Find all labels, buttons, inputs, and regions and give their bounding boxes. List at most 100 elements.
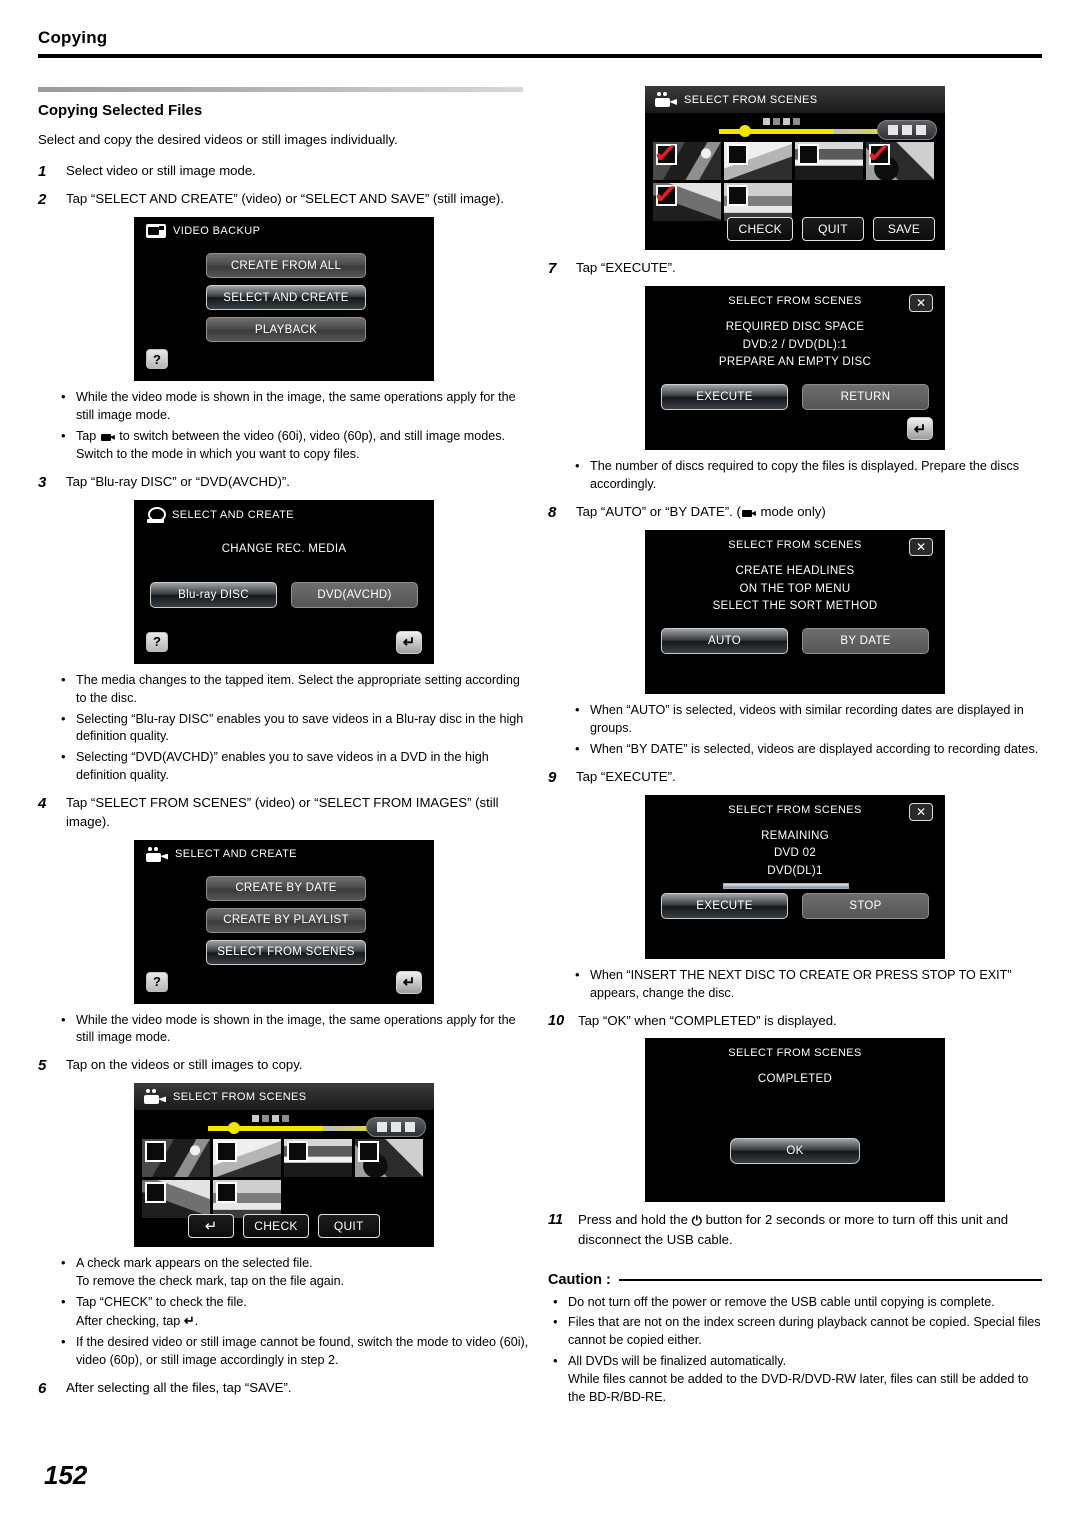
checkbox[interactable] <box>287 1141 308 1163</box>
checkbox[interactable] <box>798 144 819 165</box>
step-number: 9 <box>548 768 557 786</box>
close-icon[interactable]: ✕ <box>909 538 933 557</box>
body-line: DVD 02 <box>773 847 817 860</box>
thumbnail-item[interactable] <box>724 142 792 180</box>
create-by-date-button[interactable]: CREATE BY DATE <box>206 875 366 901</box>
select-and-create-button[interactable]: SELECT AND CREATE <box>206 285 366 311</box>
step-2: 2 Tap “SELECT AND CREATE” (video) or “SE… <box>38 190 530 209</box>
playback-button[interactable]: PLAYBACK <box>206 317 366 343</box>
screen-body: CREATE HEADLINES ON THE TOP MENU SELECT … <box>645 563 945 615</box>
check-button[interactable]: CHECK <box>243 1214 309 1239</box>
right-column: SELECT FROM SCENES ✓ ✓ ✓ CHECK QUIT SAVE… <box>548 78 1042 1413</box>
list-item: Tap “CHECK” to check the file.After chec… <box>60 1293 530 1331</box>
checkbox[interactable] <box>145 1182 166 1204</box>
create-from-all-button[interactable]: CREATE FROM ALL <box>206 253 366 279</box>
blu-ray-disc-button[interactable]: Blu-ray DISC <box>150 581 277 608</box>
back-button[interactable]: ↵ <box>188 1214 235 1239</box>
body-line: REQUIRED DISC SPACE <box>725 321 865 334</box>
stop-button[interactable]: STOP <box>802 892 929 919</box>
help-button[interactable]: ? <box>146 349 168 370</box>
thumbnail-item[interactable] <box>284 1139 352 1178</box>
check-button[interactable]: CHECK <box>727 217 793 241</box>
execute-button[interactable]: EXECUTE <box>661 892 788 919</box>
checkbox[interactable] <box>727 185 748 206</box>
timeline-slider[interactable] <box>645 117 945 143</box>
screen-title-row: SELECT FROM SCENES <box>645 530 945 551</box>
section-rule <box>38 87 523 92</box>
screen-title-row: SELECT FROM SCENES <box>645 1038 945 1059</box>
dvd-avchd-button[interactable]: DVD(AVCHD) <box>291 581 418 608</box>
list-item: Selecting “DVD(AVCHD)” enables you to sa… <box>60 748 530 785</box>
screen-sort-method: SELECT FROM SCENES ✕ CREATE HEADLINES ON… <box>645 530 945 695</box>
step-9: 9 Tap “EXECUTE”. <box>548 768 1042 787</box>
slider-knob[interactable] <box>228 1122 240 1135</box>
screen-title-row: SELECT AND CREATE <box>134 500 434 523</box>
help-button[interactable]: ? <box>146 631 168 652</box>
screen-select-from-scenes-checked: SELECT FROM SCENES ✓ ✓ ✓ CHECK QUIT SAVE <box>645 86 945 250</box>
create-by-playlist-button[interactable]: CREATE BY PLAYLIST <box>206 907 366 933</box>
caution-section: Caution : Do not turn off the power or r… <box>548 1272 1042 1407</box>
checkbox[interactable] <box>358 1141 379 1163</box>
body-line: REMAINING <box>761 829 829 842</box>
timeline-slider[interactable] <box>134 1114 434 1140</box>
view-mode-toggle[interactable] <box>877 120 937 140</box>
checkbox[interactable] <box>145 1141 166 1163</box>
checkbox[interactable] <box>216 1141 237 1163</box>
thumbnail-item[interactable] <box>213 1180 281 1219</box>
check-mark-icon: ✓ <box>653 183 680 209</box>
checkbox[interactable] <box>216 1182 237 1204</box>
camcorder-icon <box>144 1089 166 1105</box>
header-rule <box>38 54 1042 58</box>
execute-button[interactable]: EXECUTE <box>661 384 788 411</box>
check-mark-icon: ✓ <box>653 142 680 168</box>
body-line: COMPLETED <box>757 1073 833 1086</box>
body-line: DVD:2 / DVD(DL):1 <box>742 338 848 351</box>
step-text: After selecting all the files, tap “SAVE… <box>66 1379 292 1395</box>
screen-title-row: SELECT FROM SCENES <box>645 795 945 816</box>
screen-change-rec-media: SELECT AND CREATE CHANGE REC. MEDIA Blu-… <box>134 499 434 664</box>
power-icon: ⏻ <box>691 1213 702 1229</box>
thumbnail-item[interactable] <box>142 1180 210 1219</box>
bullets-after-step-5: A check mark appears on the selected fil… <box>60 1254 530 1370</box>
bullets-after-step-3: The media changes to the tapped item. Se… <box>60 671 530 785</box>
screen-select-from-scenes-unchecked: SELECT FROM SCENES ↵ CHECK QUIT <box>134 1083 434 1248</box>
back-button[interactable]: ↵ <box>907 417 933 441</box>
by-date-button[interactable]: BY DATE <box>802 628 929 655</box>
view-mode-toggle[interactable] <box>366 1117 426 1138</box>
thumbnail-item[interactable] <box>355 1139 423 1178</box>
quit-button[interactable]: QUIT <box>317 1214 380 1239</box>
list-item: Tap to switch between the video (60i), v… <box>60 427 530 464</box>
thumbnail-item[interactable]: ✓ <box>653 183 721 221</box>
return-button[interactable]: RETURN <box>802 384 929 411</box>
thumbnail-item[interactable] <box>213 1139 281 1178</box>
thumbnail-item[interactable]: ✓ <box>866 142 934 180</box>
slider-knob[interactable] <box>739 125 751 137</box>
thumbnail-item[interactable]: ✓ <box>653 142 721 180</box>
thumbnail-item[interactable] <box>724 183 792 221</box>
thumbnail-item[interactable] <box>142 1139 210 1178</box>
bullets-after-step-7: The number of discs required to copy the… <box>574 457 1042 494</box>
close-icon[interactable]: ✕ <box>909 294 933 313</box>
screen-select-and-create: SELECT AND CREATE CREATE BY DATE CREATE … <box>134 839 434 1004</box>
quit-button[interactable]: QUIT <box>802 217 864 241</box>
manual-page: Copying Copying Selected Files Select an… <box>0 0 1080 1527</box>
screen-body: REMAINING DVD 02 DVD(DL)1 <box>645 828 945 880</box>
list-item: Do not turn off the power or remove the … <box>552 1293 1042 1312</box>
save-button[interactable]: SAVE <box>873 217 935 241</box>
close-icon[interactable]: ✕ <box>909 802 933 821</box>
step-number: 10 <box>548 1012 565 1029</box>
screen-title: SELECT FROM SCENES <box>728 295 862 308</box>
select-from-scenes-button[interactable]: SELECT FROM SCENES <box>206 939 366 965</box>
back-button[interactable]: ↵ <box>396 630 422 654</box>
help-button[interactable]: ? <box>146 971 168 992</box>
back-button[interactable]: ↵ <box>396 970 422 994</box>
list-item: If the desired video or still image cann… <box>60 1333 530 1370</box>
list-item: A check mark appears on the selected fil… <box>60 1254 530 1291</box>
ok-button[interactable]: OK <box>730 1138 860 1165</box>
checkbox[interactable] <box>727 144 748 165</box>
thumbnail-item[interactable] <box>795 142 863 180</box>
dialog-actions: EXECUTE RETURN <box>661 384 929 411</box>
auto-button[interactable]: AUTO <box>661 628 788 655</box>
step-number: 7 <box>548 260 557 277</box>
step-number: 2 <box>38 190 47 208</box>
